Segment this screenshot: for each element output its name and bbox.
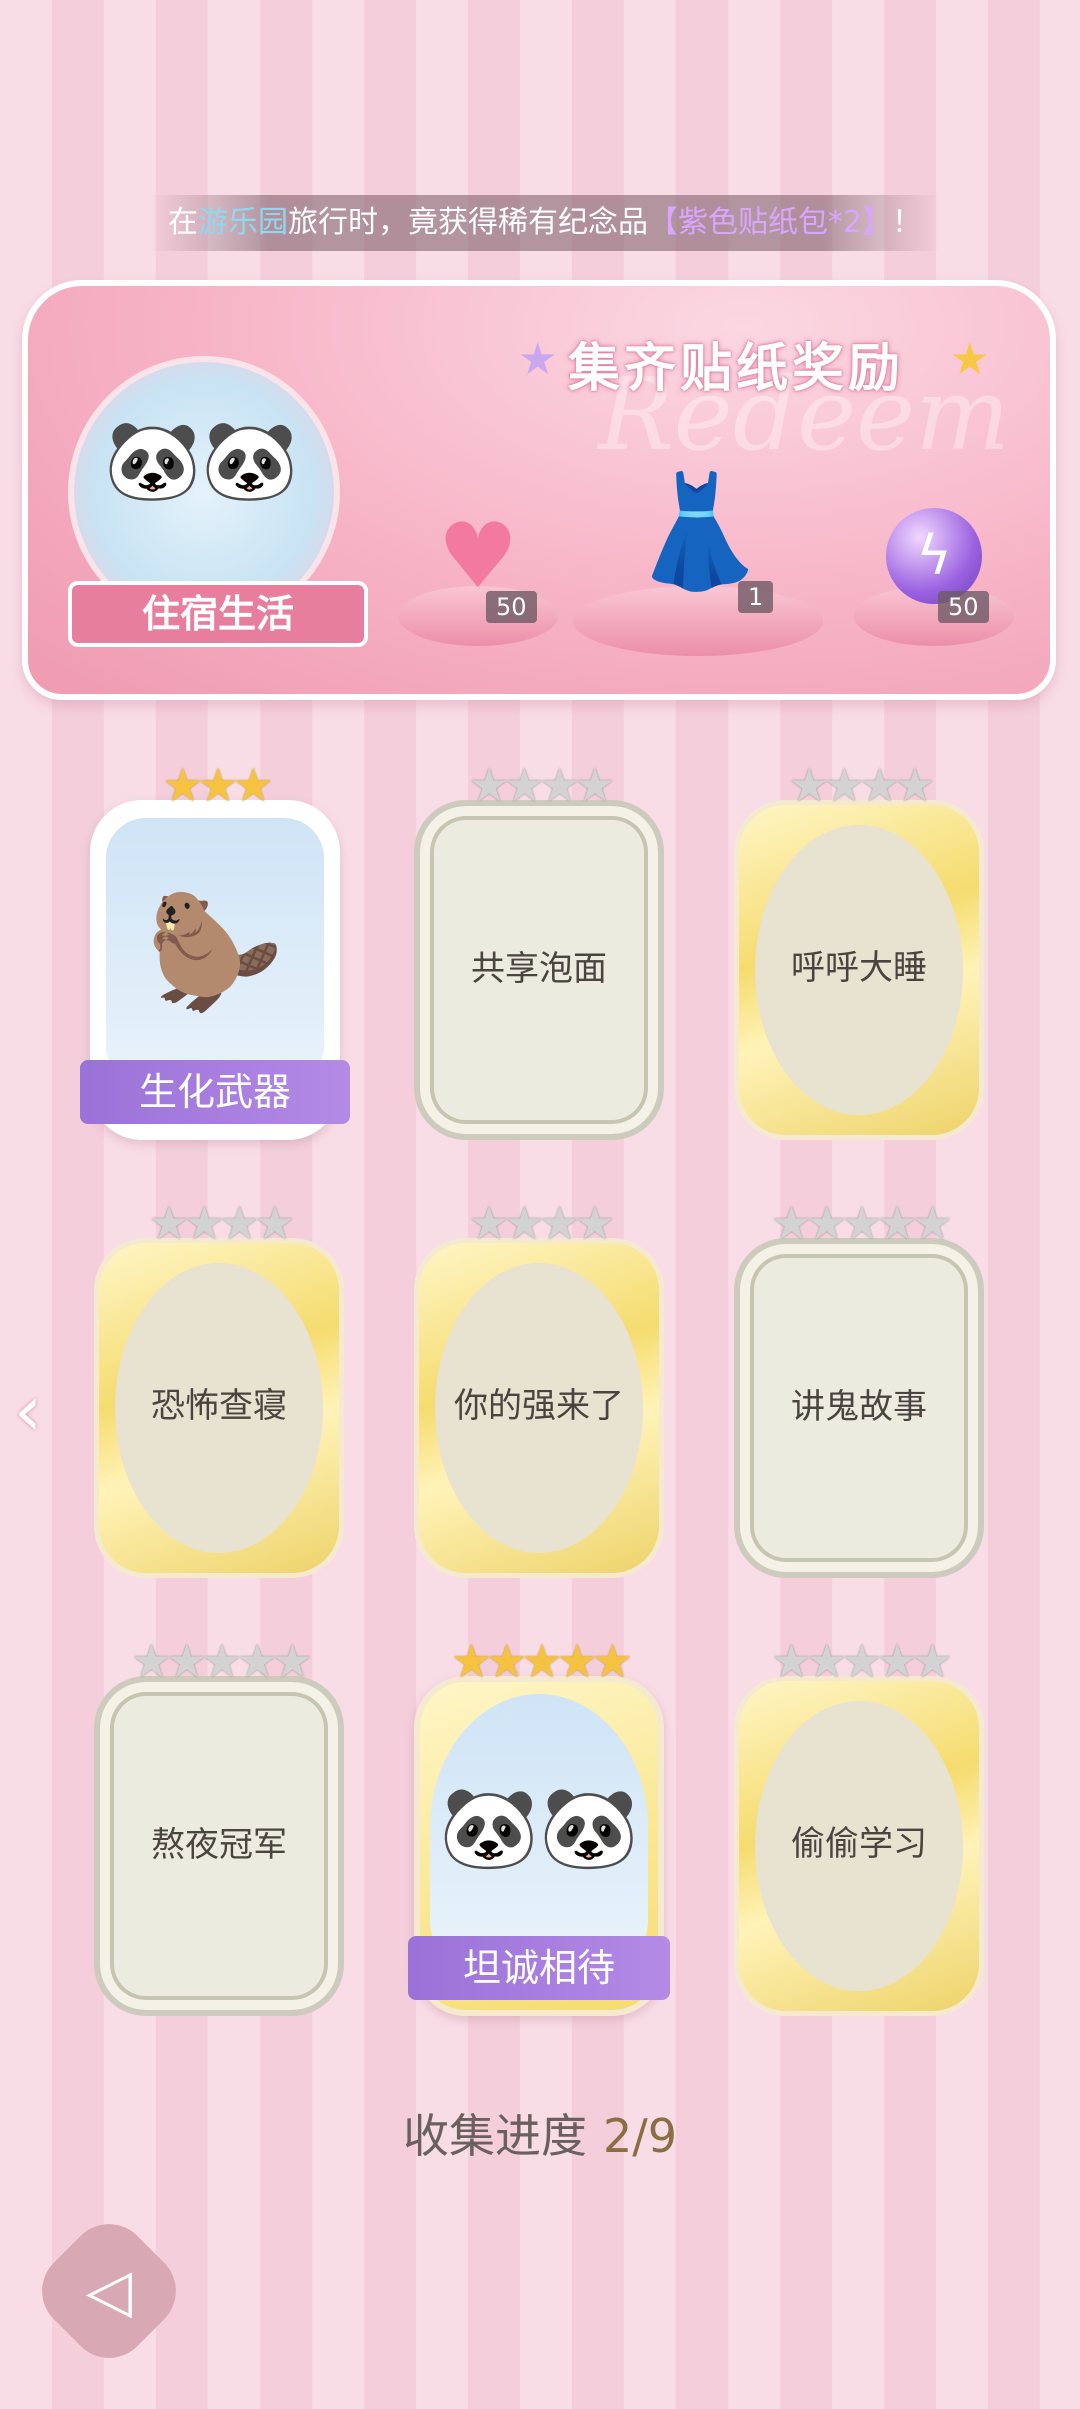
reward-count: 50 [486, 591, 537, 623]
star-rating-icon: ★★★★ [468, 758, 616, 812]
sticker-frame: 讲鬼故事 [734, 1238, 984, 1578]
sticker-frame: 恐怖查寝 [94, 1238, 344, 1578]
collection-reward-banner: Redeem ★ 集齐贴纸奖励 ★ 🐼🐼 住宿生活 ♥ 50 👗 1 ϟ 50 [22, 280, 1056, 700]
sticker-card[interactable]: 共享泡面 ★★★★ [414, 762, 664, 1140]
reward-notice: 在游乐园旅行时，竟获得稀有纪念品【紫色贴纸包*2】！ [150, 195, 940, 251]
star-rating-icon: ★★★ [162, 758, 274, 812]
star-rating-icon: ★★★★ [788, 758, 936, 812]
progress-value: 2/9 [602, 2109, 678, 2163]
sticker-card[interactable]: 🦫 生化武器 ★★★ [80, 762, 350, 1140]
gold-star-icon: ★ [950, 334, 990, 385]
notice-suffix: ！ [892, 205, 923, 240]
sticker-label: 共享泡面 [471, 949, 607, 989]
sticker-frame: 你的强来了 [414, 1238, 664, 1578]
album-label: 住宿生活 [68, 581, 368, 647]
sticker-name-tag: 坦诚相待 [408, 1936, 670, 2000]
star-rating-icon: ★★★★ [148, 1196, 296, 1250]
sticker-label: 你的强来了 [454, 1386, 624, 1426]
sticker-frame: 偷偷学习 [734, 1676, 984, 2016]
star-rating-icon: ★★★★★ [130, 1634, 313, 1688]
sticker-card[interactable]: 呼呼大睡 ★★★★ [734, 762, 984, 1140]
back-arrow-icon: ◁ [85, 2256, 133, 2326]
sticker-card[interactable]: 偷偷学习 ★★★★★ [734, 1638, 984, 2016]
sticker-card[interactable]: 你的强来了 ★★★★ [414, 1200, 664, 1578]
sticker-label: 讲鬼故事 [791, 1387, 927, 1427]
sticker-frame: 呼呼大睡 [734, 800, 984, 1140]
purple-star-icon: ★ [518, 334, 558, 385]
star-rating-icon: ★★★★ [468, 1196, 616, 1250]
chevron-left-icon[interactable]: ‹ [14, 1370, 42, 1452]
notice-item: 【紫色贴纸包*2】 [647, 205, 893, 240]
reward-count: 1 [738, 581, 774, 613]
notice-prefix: 在 [167, 205, 198, 240]
sticker-label: 偷偷学习 [791, 1824, 927, 1864]
notice-location: 游乐园 [197, 205, 288, 240]
sticker-card[interactable]: 🐼🐼 坦诚相待 ★★★★★ [408, 1638, 670, 2016]
sticker-label: 恐怖查寝 [151, 1386, 287, 1426]
sticker-card[interactable]: 熬夜冠军 ★★★★★ [94, 1638, 344, 2016]
notice-middle: 旅行时，竟获得稀有纪念品 [287, 205, 648, 240]
sticker-frame: 熬夜冠军 [94, 1676, 344, 2016]
sticker-label: 熬夜冠军 [151, 1825, 287, 1865]
capybara-sticker-art: 🦫 [106, 818, 324, 1086]
back-button[interactable]: ◁ [25, 2207, 193, 2375]
reward-count: 50 [938, 591, 989, 623]
sticker-name-tag: 生化武器 [80, 1060, 350, 1124]
collection-progress: 收集进度 2/9 [0, 2100, 1080, 2166]
progress-label: 收集进度 [402, 2109, 587, 2163]
sticker-card[interactable]: 恐怖查寝 ★★★★ [94, 1200, 344, 1578]
sticker-frame: 共享泡面 [414, 800, 664, 1140]
panda-pair-icon: 🐼🐼 [104, 416, 299, 506]
sticker-label: 呼呼大睡 [791, 948, 927, 988]
banner-title: 集齐贴纸奖励 [568, 339, 905, 399]
star-rating-icon: ★★★★★ [770, 1634, 953, 1688]
star-rating-icon: ★★★★★ [450, 1634, 633, 1688]
star-rating-icon: ★★★★★ [770, 1196, 953, 1250]
sticker-card[interactable]: 讲鬼故事 ★★★★★ [734, 1200, 984, 1578]
panda-bath-sticker-art: 🐼🐼 [430, 1694, 648, 1962]
